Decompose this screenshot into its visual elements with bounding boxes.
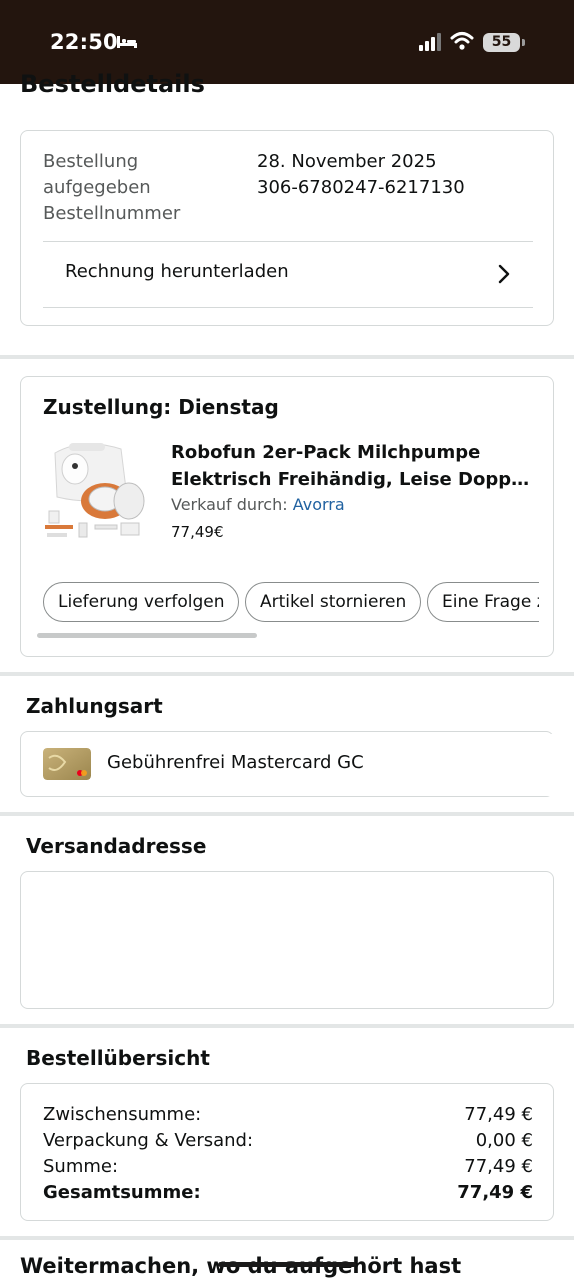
product-image[interactable] [43,439,147,543]
track-delivery-button[interactable]: Lieferung verfolgen [43,582,240,622]
sum-value: 77,49 € [464,1156,533,1177]
payment-method-card[interactable]: Gebührenfrei Mastercard GC [20,731,571,797]
horizontal-scroll-indicator [37,633,257,638]
product-title[interactable]: Robofun 2er-Pack Milchpumpe Elektrisch F… [171,439,541,493]
section-divider [0,672,574,676]
summary-section-title: Bestellübersicht [26,1046,210,1070]
status-time: 22:50 [50,30,118,54]
battery-icon: 55 [483,33,525,52]
cancel-item-button[interactable]: Artikel stornieren [245,582,422,622]
delivery-title: Zustellung: Dienstag [43,395,279,419]
sum-row: Summe: 77,49 € [43,1154,533,1180]
signal-icon [419,33,441,51]
grand-total-row: Gesamtsumme: 77,49 € [43,1180,533,1206]
order-number-label: Bestellnummer [43,203,181,224]
delivery-card: Zustellung: Dienstag Robofun 2er-Pack Mi… [20,376,554,657]
shipping-cost-label: Verpackung & Versand: [43,1130,254,1151]
product-price: 77,49€ [171,523,224,541]
ask-question-button[interactable]: Eine Frage z [427,582,539,622]
redacted-address [21,872,553,1008]
order-number-value: 306-6780247-6217130 [257,177,465,198]
shipping-cost-row: Verpackung & Versand: 0,00 € [43,1128,533,1154]
divider [43,307,533,308]
section-divider [0,355,574,359]
download-invoice-label: Rechnung herunterladen [65,261,289,282]
product-title-line-1: Robofun 2er-Pack Milchpumpe [171,442,481,463]
seller-info: Verkauf durch: Avorra [171,495,345,514]
battery-level: 55 [491,34,512,50]
home-indicator[interactable] [218,1262,356,1267]
subtotal-value: 77,49 € [464,1104,533,1125]
download-invoice-row[interactable]: Rechnung herunterladen [21,243,555,307]
payment-section-title: Zahlungsart [26,694,163,718]
page-title: Bestelldetails [20,72,205,98]
order-placed-label: Bestellung aufgegeben [43,151,151,198]
divider [43,241,533,242]
shipping-cost-value: 0,00 € [475,1130,533,1151]
order-placed-value: 28. November 2025 [257,151,437,172]
section-divider [0,1236,574,1240]
product-title-line-2: Elektrisch Freihändig, Leise Doppel... [171,469,541,490]
sleep-icon [117,36,137,48]
sum-label: Summe: [43,1156,119,1177]
grand-total-label: Gesamtsumme: [43,1182,201,1203]
order-info-card: Bestellung aufgegeben 28. November 2025 … [20,130,554,326]
payment-method-text: Gebührenfrei Mastercard GC [107,752,364,773]
action-pill-row[interactable]: Lieferung verfolgen Artikel stornieren E… [43,582,539,624]
subtotal-row: Zwischensumme: 77,49 € [43,1102,533,1128]
shipping-address-card [20,871,554,1009]
seller-label: Verkauf durch: [171,495,288,514]
chevron-right-icon [498,264,510,284]
mastercard-gold-card-icon [43,748,91,780]
shipping-section-title: Versandadresse [26,834,207,858]
section-divider [0,1024,574,1028]
redacted-area [371,734,571,796]
seller-link[interactable]: Avorra [293,495,345,514]
section-divider [0,812,574,816]
order-summary-card: Zwischensumme: 77,49 € Verpackung & Vers… [20,1083,554,1221]
subtotal-label: Zwischensumme: [43,1104,202,1125]
grand-total-value: 77,49 € [457,1182,533,1203]
wifi-icon [450,32,474,50]
